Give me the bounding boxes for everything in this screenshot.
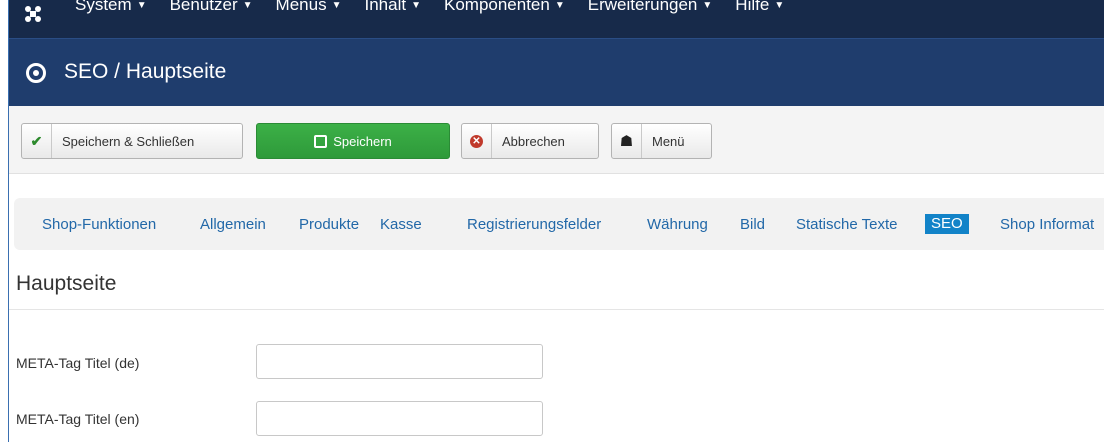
menu-hilfe[interactable]: Hilfe ▼ [735,0,784,15]
divider [9,309,1104,310]
tab-seo[interactable]: SEO [925,214,969,234]
section-title: Hauptseite [16,272,117,295]
menu-erweiterungen-label: Erweiterungen [587,0,698,14]
chevron-down-icon: ▼ [774,0,785,12]
chevron-down-icon: ▼ [136,0,147,12]
tab-shop-informationen[interactable]: Shop Informat [1000,216,1094,233]
tab-allgemein[interactable]: Allgemein [200,216,266,233]
menu-hilfe-label: Hilfe [735,0,770,14]
check-icon: ✔ [22,124,52,158]
tab-registrierungsfelder[interactable]: Registrierungsfelder [467,216,601,233]
config-tabs: Shop-Funktionen Allgemein Produkte Kasse… [14,198,1104,250]
tab-produkte[interactable]: Produkte [299,216,359,233]
joomla-logo-icon[interactable] [23,4,43,24]
cancel-icon: ✕ [462,124,492,158]
menu-erweiterungen[interactable]: Erweiterungen ▼ [588,0,713,15]
menu-benutzer-label: Benutzer [169,0,238,14]
menu-system-label: System [75,0,132,14]
chevron-down-icon: ▼ [331,0,342,12]
top-navbar: System ▼ Benutzer ▼ Menüs ▼ Inhalt ▼ Kompone… [9,0,1104,38]
chevron-down-icon: ▼ [702,0,713,12]
top-menu: System ▼ Benutzer ▼ Menüs ▼ Inhalt ▼ Kompone… [75,0,807,15]
menu-menus-label: Menüs [275,0,327,14]
tab-statische-texte[interactable]: Statische Texte [796,216,897,233]
toolbar: ✔ Speichern & Schließen Speichern ✕ Abbr… [9,106,1104,174]
meta-title-en-label: META-Tag Titel (en) [16,411,140,427]
check-glyph: ✔ [30,132,43,149]
menu-button[interactable]: ☗ Menü [611,123,712,159]
tab-kasse[interactable]: Kasse [380,216,422,233]
title-bar: SEO / Hauptseite [9,38,1104,106]
edit-icon [314,124,328,158]
meta-title-de-label: META-Tag Titel (de) [16,355,140,371]
menu-inhalt-label: Inhalt [364,0,407,14]
menu-komponenten-label: Komponenten [443,0,550,14]
chevron-down-icon: ▼ [554,0,565,12]
meta-title-de-input[interactable] [256,344,543,379]
tab-waehrung[interactable]: Währung [647,216,708,233]
page-title: SEO / Hauptseite [64,60,227,83]
menu-system[interactable]: System ▼ [75,0,147,15]
cancel-glyph: ✕ [470,134,483,148]
target-icon [26,63,46,83]
home-glyph: ☗ [619,133,634,150]
chevron-down-icon: ▼ [242,0,253,12]
save-close-label: Speichern & Schließen [62,133,195,149]
cancel-label: Abbrechen [502,133,565,149]
tab-bild[interactable]: Bild [740,216,765,233]
home-icon: ☗ [612,124,642,158]
save-label: Speichern [333,133,392,149]
menu-menus[interactable]: Menüs ▼ [276,0,342,15]
menu-inhalt[interactable]: Inhalt ▼ [364,0,421,15]
chevron-down-icon: ▼ [411,0,421,12]
tab-shop-funktionen[interactable]: Shop-Funktionen [42,216,156,233]
cancel-button[interactable]: ✕ Abbrechen [461,123,599,159]
save-button[interactable]: Speichern [256,123,450,159]
meta-title-en-input[interactable] [256,401,543,436]
save-close-button[interactable]: ✔ Speichern & Schließen [21,123,243,159]
menu-label: Menü [652,133,685,149]
menu-benutzer[interactable]: Benutzer ▼ [170,0,253,15]
menu-komponenten[interactable]: Komponenten ▼ [444,0,565,15]
